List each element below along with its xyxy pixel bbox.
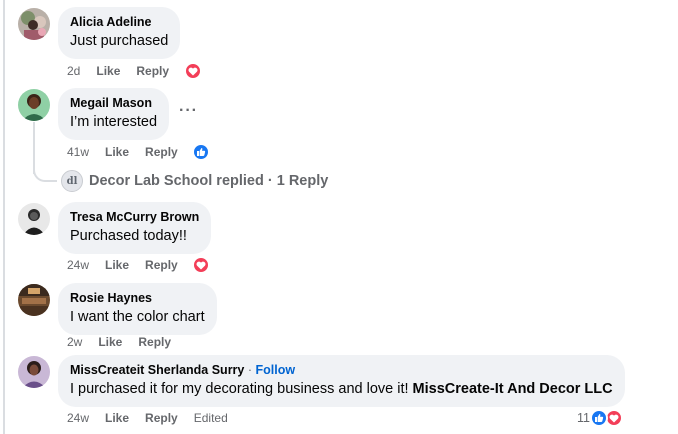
comment-author[interactable]: Alicia Adeline	[70, 14, 168, 31]
comment-actions: 24w Like Reply Edited	[67, 411, 228, 425]
comment-text: Just purchased	[70, 33, 169, 49]
comment-author-name[interactable]: MissCreateit Sherlanda Surry	[70, 363, 244, 377]
comment-timestamp[interactable]: 41w	[67, 145, 89, 159]
heart-reaction-icon[interactable]	[184, 62, 202, 80]
replier-avatar: dl	[61, 170, 83, 192]
view-replies-label: Decor Lab School replied · 1 Reply	[89, 173, 329, 189]
comment-text: I want the color chart	[70, 309, 205, 325]
comment-actions: 41w Like Reply	[67, 145, 194, 159]
comment-author[interactable]: Megail Mason	[70, 95, 157, 112]
reply-thread-curve	[33, 160, 57, 182]
mention-link[interactable]: MissCreate-It And Decor LLC	[413, 381, 613, 397]
comment-bubble: Tresa McCurry Brown Purchased today!!	[58, 202, 212, 254]
comment-text: I’m interested	[70, 114, 158, 130]
like-reaction-icon[interactable]	[192, 143, 210, 161]
comment-bubble: MissCreateit Sherlanda Surry · Follow I …	[58, 355, 625, 407]
avatar[interactable]	[18, 89, 50, 121]
comment-timestamp[interactable]: 24w	[67, 411, 89, 425]
like-button[interactable]: Like	[96, 64, 120, 78]
comment-timestamp[interactable]: 2d	[67, 64, 80, 78]
like-button[interactable]: Like	[98, 335, 122, 349]
comment-author[interactable]: Tresa McCurry Brown	[70, 209, 199, 226]
heart-reaction-icon[interactable]	[192, 256, 210, 274]
like-reaction-icon[interactable]	[590, 409, 608, 427]
comment-body: I purchased it for my decorating busines…	[70, 381, 409, 397]
avatar[interactable]	[18, 356, 50, 388]
comment-bubble: Megail Mason I’m interested	[58, 88, 170, 140]
view-replies-link[interactable]: dl Decor Lab School replied · 1 Reply	[61, 170, 328, 192]
comment-bubble: Alicia Adeline Just purchased	[58, 7, 181, 59]
author-separator: ·	[247, 363, 253, 377]
comment-actions: 2w Like Reply	[67, 335, 187, 349]
edited-label: Edited	[193, 411, 228, 425]
reply-button[interactable]: Reply	[145, 145, 178, 159]
comment-author: MissCreateit Sherlanda Surry · Follow	[70, 362, 613, 379]
avatar[interactable]	[18, 284, 50, 316]
reply-button[interactable]: Reply	[136, 64, 169, 78]
like-button[interactable]: Like	[105, 145, 129, 159]
thread-line	[3, 0, 5, 434]
like-button[interactable]: Like	[105, 411, 129, 425]
avatar[interactable]	[18, 203, 50, 235]
comment-bubble: Rosie Haynes I want the color chart	[58, 283, 217, 335]
reply-button[interactable]: Reply	[145, 258, 178, 272]
avatar[interactable]	[18, 8, 50, 40]
comment-text: Purchased today!!	[70, 228, 187, 244]
like-button[interactable]: Like	[105, 258, 129, 272]
comment-actions: 2d Like Reply	[67, 64, 185, 78]
comment-actions: 24w Like Reply	[67, 258, 194, 272]
reaction-count[interactable]: 11	[577, 411, 590, 425]
reply-button[interactable]: Reply	[138, 335, 171, 349]
reply-button[interactable]: Reply	[145, 411, 178, 425]
comment-text: I purchased it for my decorating busines…	[70, 379, 613, 399]
comment-timestamp[interactable]: 2w	[67, 335, 82, 349]
comment-timestamp[interactable]: 24w	[67, 258, 89, 272]
comment-author[interactable]: Rosie Haynes	[70, 290, 205, 307]
more-options-icon[interactable]: ···	[179, 102, 198, 120]
follow-button[interactable]: Follow	[256, 363, 296, 377]
